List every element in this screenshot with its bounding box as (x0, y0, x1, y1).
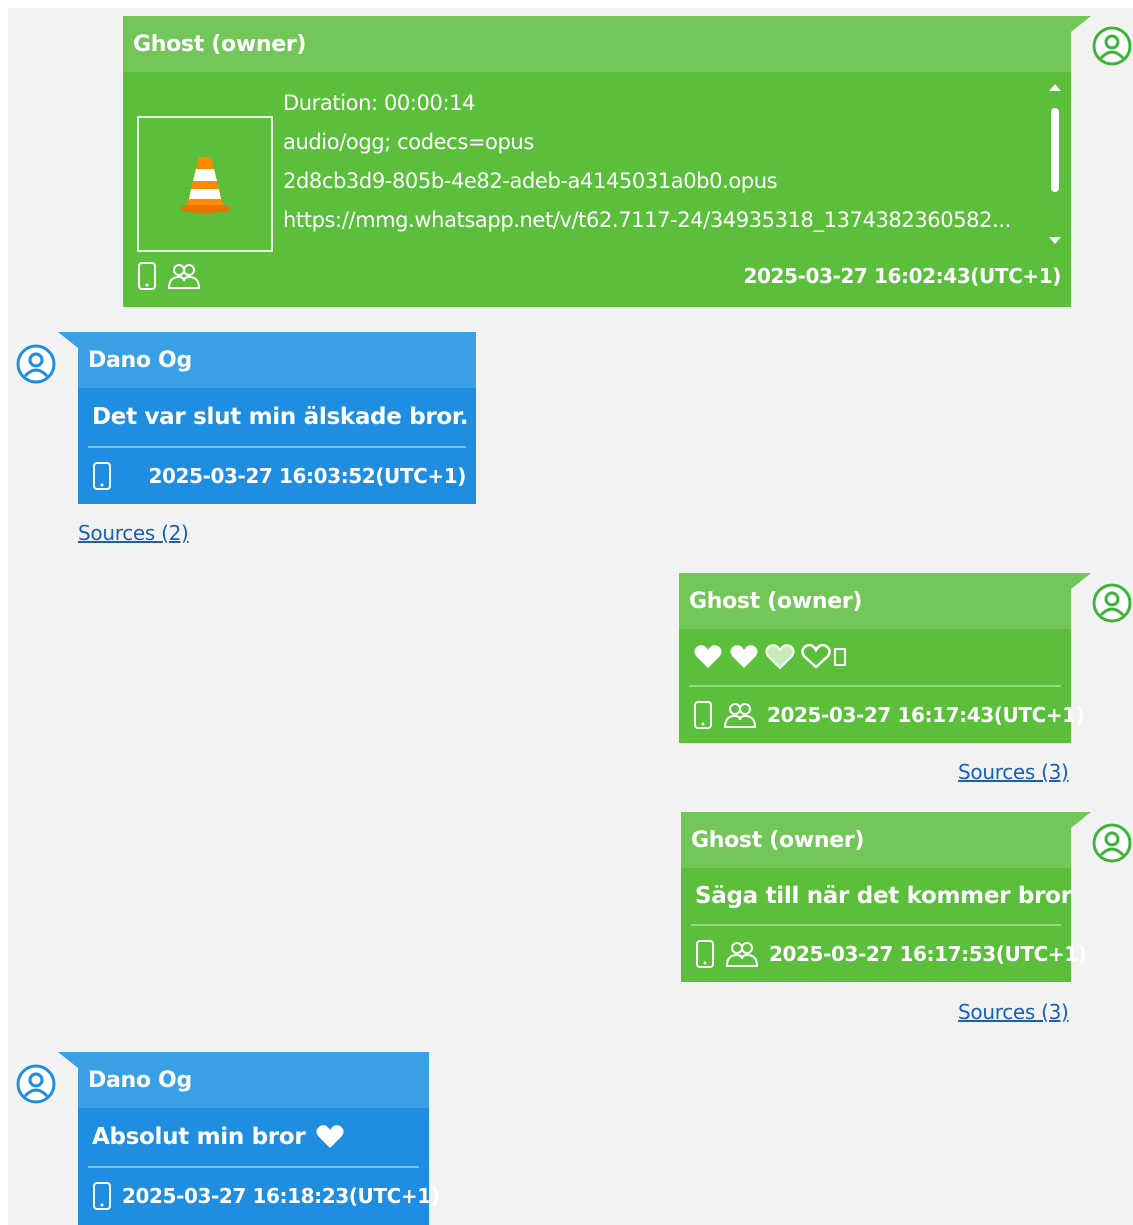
bubble-tail (1071, 16, 1091, 32)
sender-name: Dano Og (78, 1052, 429, 1108)
message-timestamp: 2025-03-27 16:17:43(UTC+1) (767, 703, 1085, 727)
media-metadata: Duration: 00:00:14 audio/ogg; codecs=opu… (283, 84, 1011, 252)
message-text: Absolut min bror (92, 1124, 306, 1150)
phone-icon (137, 261, 157, 291)
message-timestamp: 2025-03-27 16:03:52(UTC+1) (148, 464, 466, 488)
message-timestamp: 2025-03-27 16:17:53(UTC+1) (769, 942, 1087, 966)
scroll-thumb[interactable] (1051, 108, 1059, 192)
message-timestamp: 2025-03-27 16:02:43(UTC+1) (743, 264, 1061, 288)
phone-icon (695, 939, 715, 969)
group-icon (723, 700, 757, 730)
message-timestamp: 2025-03-27 16:18:23(UTC+1) (122, 1184, 440, 1208)
contact-avatar (16, 344, 56, 384)
scroll-up-arrow-icon[interactable] (1049, 84, 1061, 91)
owner-avatar (1092, 26, 1132, 66)
user-avatar-icon (16, 1064, 56, 1104)
missing-glyph-icon (834, 648, 846, 666)
sources-link[interactable]: Sources (2) (78, 521, 189, 545)
group-icon (725, 939, 759, 969)
vlc-cone-icon (181, 157, 229, 213)
message-text-row: Det var slut min älskade bror. (78, 388, 476, 446)
bubble-tail (1071, 573, 1091, 589)
user-avatar-icon (1092, 26, 1132, 66)
media-thumbnail[interactable] (137, 116, 273, 252)
sender-name: Ghost (owner) (681, 812, 1071, 868)
contact-avatar (16, 1064, 56, 1104)
media-scrollbar[interactable] (1049, 80, 1061, 246)
media-url: https://mmg.whatsapp.net/v/t62.7117-24/3… (283, 208, 1011, 232)
sources-link[interactable]: Sources (3) (958, 760, 1069, 784)
message-bubble: Ghost (owner) Duration: 00:00:14 audio/o… (123, 16, 1091, 307)
user-avatar-icon (16, 344, 56, 384)
message-bubble: Dano Og Det var slut min älskade bror. 2… (58, 332, 476, 504)
scroll-down-arrow-icon[interactable] (1049, 237, 1061, 244)
bubble-tail (58, 1052, 78, 1068)
media-filename: 2d8cb3d9-805b-4e82-adeb-a4145031a0b0.opu… (283, 169, 778, 193)
bubble-tail (1071, 812, 1091, 828)
group-icon (167, 261, 201, 291)
media-mime-type: audio/ogg; codecs=opus (283, 130, 534, 154)
owner-avatar (1092, 583, 1132, 623)
phone-icon (92, 461, 112, 491)
media-duration: Duration: 00:00:14 (283, 91, 476, 115)
message-footer: 2025-03-27 16:03:52(UTC+1) (78, 448, 476, 504)
message-emoji-row (679, 629, 1071, 685)
message-bubble: Dano Og Absolut min bror 2025-03-27 16:1… (58, 1052, 440, 1225)
message-text: Det var slut min älskade bror. (92, 404, 469, 430)
heart-icon (765, 644, 795, 670)
sender-name: Dano Og (78, 332, 476, 388)
message-text-row: Absolut min bror (78, 1108, 429, 1166)
user-avatar-icon (1092, 823, 1132, 863)
phone-icon (693, 700, 713, 730)
user-avatar-icon (1092, 583, 1132, 623)
heart-icon (694, 645, 722, 668)
message-bubble: Ghost (owner) Säga till när det kommer b… (681, 812, 1091, 982)
owner-avatar (1092, 823, 1132, 863)
heart-icon (730, 645, 758, 668)
message-bubble: Ghost (owner) 2025-03-27 16:17:43(UTC+1) (679, 573, 1091, 743)
message-text: Säga till när det kommer bror (695, 883, 1072, 909)
media-attachment: Duration: 00:00:14 audio/ogg; codecs=opu… (123, 72, 1071, 252)
sender-name: Ghost (owner) (123, 16, 1071, 72)
message-footer: 2025-03-27 16:02:43(UTC+1) (123, 252, 1071, 300)
heart-icon (316, 1125, 345, 1148)
sender-name: Ghost (owner) (679, 573, 1071, 629)
sources-link[interactable]: Sources (3) (958, 1000, 1069, 1024)
message-footer: 2025-03-27 16:17:43(UTC+1) (679, 687, 1085, 743)
chat-transcript: Ghost (owner) Duration: 00:00:14 audio/o… (8, 8, 1133, 1225)
phone-icon (92, 1181, 112, 1211)
message-footer: 2025-03-27 16:17:53(UTC+1) (681, 926, 1087, 982)
heart-outline-icon (801, 644, 831, 669)
message-footer: 2025-03-27 16:18:23(UTC+1) (78, 1168, 440, 1224)
bubble-tail (58, 332, 78, 348)
